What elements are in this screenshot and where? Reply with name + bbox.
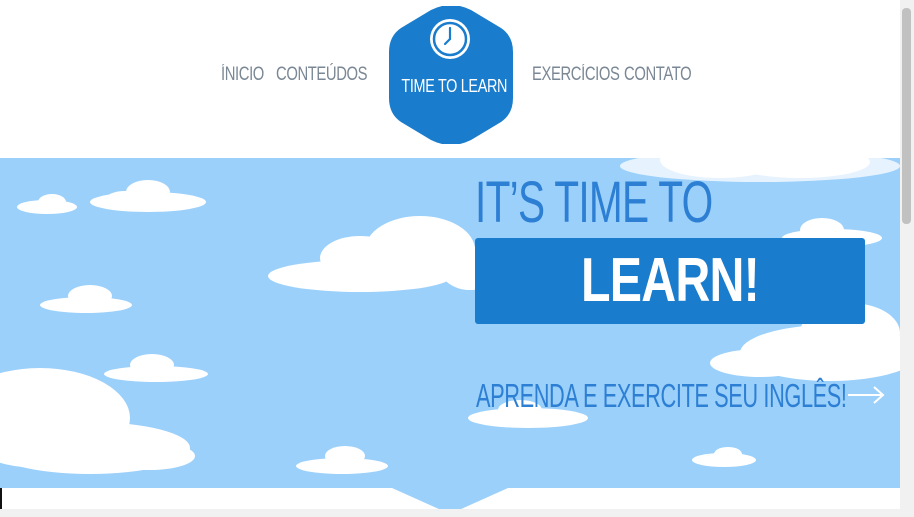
nav-link-exercicios[interactable]: EXERCÍCIOS (532, 62, 620, 88)
arrow-right-icon[interactable] (846, 384, 886, 406)
text-cursor (0, 488, 2, 510)
clock-icon (430, 19, 470, 59)
learn-highlight-box: LEARN! (475, 238, 865, 324)
hero-headline: IT’S TIME TO (475, 170, 713, 235)
nav-link-conteudos[interactable]: CONTEÚDOS (276, 62, 368, 88)
site-logo[interactable]: TIME TO LEARN (389, 6, 513, 144)
scrollbar-thumb[interactable] (902, 8, 911, 224)
hero-banner: IT’S TIME TO LEARN! APRENDA E EXERCITE S… (0, 158, 900, 488)
learn-highlight-text: LEARN! (580, 246, 760, 315)
hero-tagline: APRENDA E EXERCITE SEU INGLÊS! (476, 377, 847, 414)
site-header: ÍNICIO CONTEÚDOS TIME TO LEARN EXERCÍCIO… (0, 0, 900, 158)
nav-link-inicio[interactable]: ÍNICIO (221, 62, 264, 88)
nav-link-contato[interactable]: CONTATO (624, 62, 692, 88)
logo-text: TIME TO LEARN (401, 76, 508, 96)
vertical-scrollbar[interactable] (900, 0, 914, 517)
horizontal-scrollbar[interactable] (0, 509, 900, 517)
